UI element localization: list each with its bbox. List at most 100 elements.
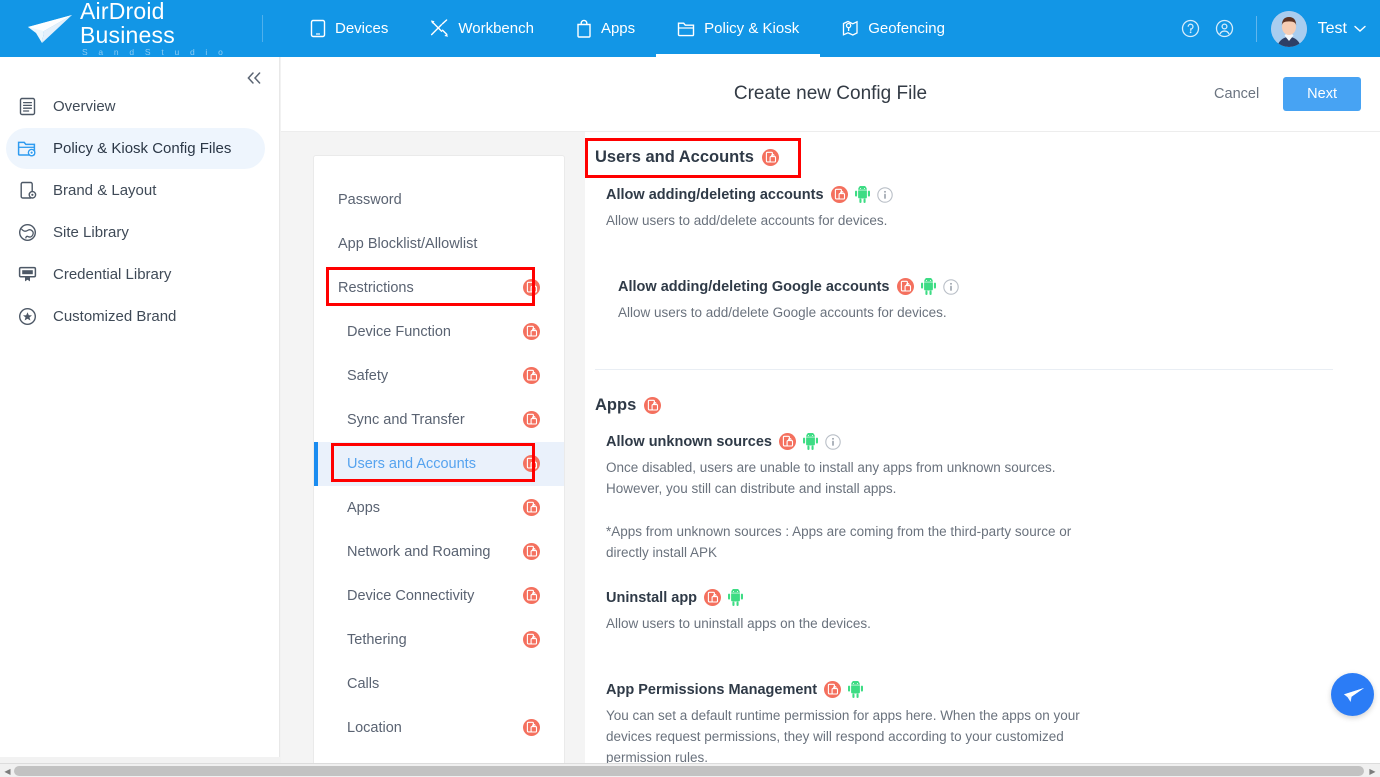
config-nav-item-safety[interactable]: Safety [314,354,564,398]
help-circle-icon[interactable] [1174,12,1208,46]
bag-icon [577,19,591,38]
config-nav-item-users-and-accounts-label: Users and Accounts [347,456,476,472]
config-nav-item-location-label: Location [347,720,402,736]
config-nav-item-location[interactable]: Location [314,706,564,750]
setting-description: Once disabled, users are unable to insta… [606,460,1056,496]
config-nav-item-apps-label: Apps [347,500,381,516]
phone-gear-icon [16,180,38,202]
cancel-button[interactable]: Cancel [1202,78,1271,110]
chevron-down-icon[interactable] [1354,20,1366,38]
user-circle-icon[interactable] [1208,12,1242,46]
airdroid-plane-icon [28,14,72,43]
config-nav-item-sync-and-transfer[interactable]: Sync and Transfer [314,398,564,442]
setting-title-label: App Permissions Management [606,681,818,698]
sidebar-item-overview-label: Overview [53,98,116,115]
config-nav-item-device-function[interactable]: Device Function [314,310,564,354]
android-icon [728,589,744,606]
info-icon[interactable] [942,278,959,295]
device-owner-icon [523,587,540,605]
nav-tab-geofencing[interactable]: Geofencing [820,0,966,57]
floating-action-button[interactable] [1331,673,1374,716]
nav-tab-apps[interactable]: Apps [555,0,656,57]
nav-tab-policy-kiosk-label: Policy & Kiosk [704,20,800,37]
nav-tab-workbench[interactable]: Workbench [409,0,555,57]
device-owner-icon [704,589,722,606]
config-nav-item-network-and-roaming[interactable]: Network and Roaming [314,530,564,574]
config-nav-item-app-blocklist-allowlist[interactable]: App Blocklist/Allowlist [314,222,564,266]
config-nav-item-apps[interactable]: Apps [314,486,564,530]
device-owner-icon [523,367,540,385]
config-nav-item-password[interactable]: Password [314,178,564,222]
setting-title: App Permissions Management [606,681,1380,698]
setting-row-allow-adding-deleting-accounts: Allow adding/deleting accounts Allow use… [606,186,1380,231]
sidebar-item-brand-layout[interactable]: Brand & Layout [6,170,265,211]
sidebar-item-policy-kiosk-config-files[interactable]: Policy & Kiosk Config Files [6,128,265,169]
device-owner-icon [523,543,540,561]
section-title-users-and-accounts: Users and Accounts [595,148,779,167]
scroll-left-arrow-icon[interactable]: ◀ [2,766,13,776]
double-chevron-left-icon [247,72,261,84]
device-owner-icon [896,278,914,295]
avatar[interactable] [1270,10,1307,47]
sidebar-item-credential-library[interactable]: Credential Library [6,254,265,295]
nav-tab-devices[interactable]: Devices [289,0,409,57]
sidebar-menu: Overview Policy & Kiosk Config Files Bra… [0,57,279,337]
nav-tab-workbench-label: Workbench [458,20,534,37]
sidebar-item-overview[interactable]: Overview [6,86,265,127]
config-nav-item-tethering-label: Tethering [347,632,407,648]
setting-description: Allow users to add/delete accounts for d… [606,213,888,228]
sidebar-item-customized-brand-label: Customized Brand [53,308,177,325]
config-nav-item-users-and-accounts[interactable]: Users and Accounts [314,442,564,486]
sidebar-item-policy-kiosk-config-files-label: Policy & Kiosk Config Files [53,140,232,157]
setting-title: Uninstall app [606,589,1380,606]
config-nav-item-restrictions-label: Restrictions [338,280,414,296]
header-right-divider [1255,15,1257,42]
config-nav-item-device-connectivity[interactable]: Device Connectivity [314,574,564,618]
setting-title-label: Allow unknown sources [606,433,772,450]
scroll-right-arrow-icon[interactable]: ▶ [1367,766,1378,776]
sidebar-item-brand-layout-label: Brand & Layout [53,182,157,199]
sidebar-item-credential-library-label: Credential Library [53,266,172,283]
device-owner-icon [761,149,779,166]
setting-description: Allow users to add/delete Google account… [618,305,947,320]
setting-title-label: Allow adding/deleting accounts [606,186,824,203]
info-icon[interactable] [825,433,841,450]
star-badge-icon [16,306,38,328]
horizontal-scrollbar[interactable]: ◀ ▶ [0,763,1380,777]
sidebar-item-site-library-label: Site Library [53,224,129,241]
sidebar-item-customized-brand[interactable]: Customized Brand [6,296,265,337]
config-nav-item-tethering[interactable]: Tethering [314,618,564,662]
scrollbar-thumb[interactable] [14,766,1364,776]
config-nav-item-password-label: Password [338,192,402,208]
setting-title: Allow adding/deleting Google accounts [618,278,1380,295]
nav-tab-policy-kiosk[interactable]: Policy & Kiosk [656,0,821,57]
setting-description: You can set a default runtime permission… [606,708,1080,765]
section-title-apps-label: Apps [595,396,637,414]
config-nav-item-calls[interactable]: Calls [314,662,564,706]
paper-plane-icon [1343,687,1364,702]
folder-gear-icon [16,138,38,160]
nav-tab-geofencing-label: Geofencing [868,20,945,37]
next-button[interactable]: Next [1283,77,1361,111]
device-owner-icon [523,719,540,737]
device-owner-icon [523,631,540,649]
tools-icon [431,19,449,37]
setting-title-label: Allow adding/deleting Google accounts [618,278,890,295]
sidebar-item-site-library[interactable]: Site Library [6,212,265,253]
page-header-actions: Cancel Next [1202,77,1380,111]
section-divider [595,369,1333,370]
setting-row-app-permissions-management: App Permissions Management You can set a… [606,681,1380,765]
config-nav-item-app-blocklist-allowlist-label: App Blocklist/Allowlist [338,236,478,252]
device-owner-icon [523,455,540,473]
top-navigation-bar: AirDroid Business S a n d S t u d i o De… [0,0,1380,57]
info-icon[interactable] [876,186,893,203]
device-owner-icon [830,186,848,203]
header-divider [262,15,263,42]
config-nav-item-restrictions[interactable]: Restrictions [314,266,564,310]
globe-icon [16,222,38,244]
setting-note: *Apps from unknown sources : Apps are co… [606,524,1072,560]
username-label: Test [1317,19,1347,37]
brand-logo[interactable]: AirDroid Business S a n d S t u d i o [0,0,262,58]
sidebar-collapse-button[interactable] [241,65,267,91]
config-category-nav: Password App Blocklist/Allowlist Restric… [313,155,565,775]
